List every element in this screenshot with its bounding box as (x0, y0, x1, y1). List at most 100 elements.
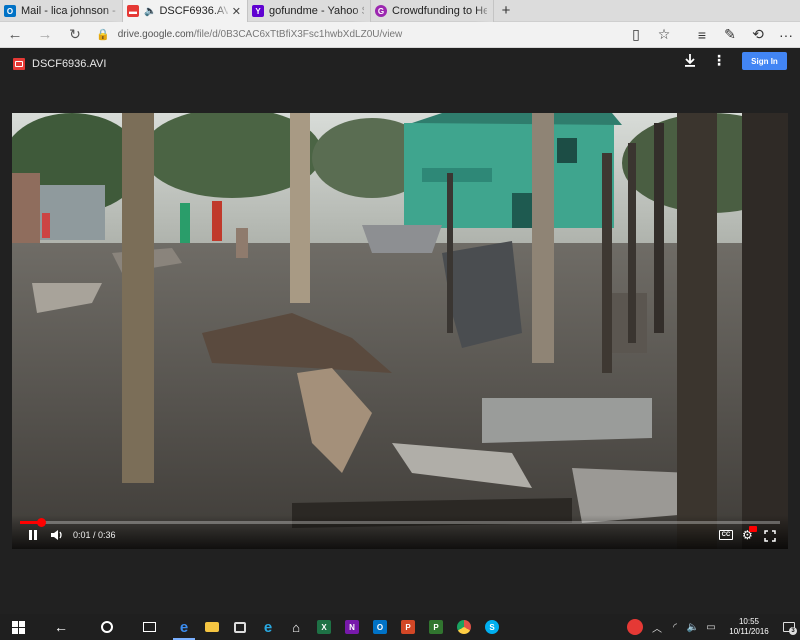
speaker-icon[interactable]: 🔈 (144, 6, 156, 17)
more-button[interactable]: ··· (772, 22, 800, 48)
notification-count: 3 (789, 627, 797, 635)
vertical-dots-icon: ⋮ (712, 52, 726, 68)
share-icon: ⟲ (752, 26, 764, 42)
onenote-icon: N (345, 620, 359, 634)
forward-arrow-icon: → (37, 26, 53, 43)
taskbar-project[interactable]: P (422, 614, 450, 640)
taskbar-home[interactable]: ⌂ (282, 614, 310, 640)
url-path: /file/d/0B3CAC6xTtBfiX3Fsc1hwbXdLZ0U/vie… (193, 29, 403, 40)
clock-date: 10/11/2016 (729, 627, 769, 636)
tab-strip: O Mail - lica johnson - Outlook ▬ 🔈 DSCF… (0, 0, 800, 22)
close-tab-icon[interactable]: ✕ (232, 5, 241, 18)
progress-knob[interactable] (37, 518, 47, 527)
tab-google-drive[interactable]: ▬ 🔈 DSCF6936.AVI - Google Drive ✕ (123, 0, 248, 22)
chevron-up-icon: ︿ (652, 623, 662, 635)
tray-app-icon[interactable] (622, 614, 648, 640)
sign-in-button[interactable]: Sign In (742, 52, 787, 70)
google-drive-icon: ▬ (127, 5, 139, 17)
video-player[interactable]: 0:01 / 0:36 CC ⚙ (12, 113, 788, 549)
web-note-button[interactable]: ✎ (716, 22, 744, 48)
video-frame (12, 113, 788, 549)
keyboard-icon: ▭ (706, 621, 716, 633)
reading-view-button[interactable]: ▯ (622, 22, 650, 48)
cortana-button[interactable] (86, 614, 128, 640)
time-display: 0:01 / 0:36 (73, 530, 116, 540)
excel-icon: X (317, 620, 331, 634)
back-arrow-icon: ← (54, 619, 68, 635)
taskbar-chrome[interactable] (450, 614, 478, 640)
taskbar-store[interactable] (226, 614, 254, 640)
more-actions-button[interactable]: ⋮ (712, 52, 726, 70)
video-controls: 0:01 / 0:36 CC ⚙ (12, 515, 788, 549)
favorites-button[interactable]: ☆ (650, 22, 678, 48)
book-icon: ▯ (632, 26, 640, 42)
speaker-icon: 🔈 (686, 621, 700, 633)
fullscreen-button[interactable] (764, 529, 776, 542)
start-button[interactable] (0, 614, 36, 640)
forward-button[interactable]: → (30, 22, 60, 48)
internet-explorer-icon: e (263, 618, 273, 636)
url-host: drive.google.com (117, 29, 194, 40)
taskbar-outlook[interactable]: O (366, 614, 394, 640)
address-toolbar: ← → ↻ 🔒 drive.google.com/file/d/0B3CAC6x… (0, 22, 800, 48)
tab-title: gofundme - Yahoo Search Results (269, 5, 364, 17)
video-file-icon (13, 58, 25, 70)
taskbar-file-explorer[interactable] (198, 614, 226, 640)
refresh-button[interactable]: ↻ (60, 22, 90, 48)
volume-icon (51, 530, 62, 540)
tab-title: Mail - lica johnson - Outlook (21, 5, 116, 17)
captions-button[interactable]: CC (719, 530, 733, 540)
gofundme-icon: G (375, 5, 387, 17)
taskbar-internet-explorer[interactable]: e (254, 614, 282, 640)
taskbar-back-button[interactable]: ← (36, 614, 86, 640)
edge-icon: e (179, 618, 189, 636)
download-icon (685, 54, 695, 67)
skype-icon: S (485, 620, 499, 634)
network-button[interactable]: ◜ (666, 614, 684, 640)
volume-tray-button[interactable]: 🔈 (684, 614, 702, 640)
outlook-icon: O (373, 620, 387, 634)
cortana-circle-icon (101, 621, 113, 633)
tab-yahoo-search[interactable]: Y gofundme - Yahoo Search Results (248, 0, 371, 22)
store-bag-icon (234, 621, 246, 633)
file-name: DSCF6936.AVI (32, 58, 107, 70)
download-button[interactable] (682, 54, 698, 70)
tab-outlook-mail[interactable]: O Mail - lica johnson - Outlook (0, 0, 123, 22)
home-icon: ⌂ (292, 619, 300, 635)
address-bar[interactable]: 🔒 drive.google.com/file/d/0B3CAC6xTtBfiX… (96, 25, 622, 45)
action-center-button[interactable]: 3 (778, 614, 800, 640)
volume-button[interactable] (50, 529, 64, 544)
task-view-icon (142, 622, 156, 632)
progress-bar[interactable] (20, 518, 780, 527)
taskbar-skype[interactable]: S (478, 614, 506, 640)
show-hidden-icons-button[interactable]: ︿ (648, 614, 666, 640)
back-arrow-icon: ← (7, 26, 23, 43)
tab-gofundme[interactable]: G Crowdfunding to Help fund (371, 0, 494, 22)
input-indicator[interactable]: ▭ (702, 614, 720, 640)
folder-icon (205, 622, 219, 632)
hub-button[interactable]: ≡ (688, 22, 716, 48)
refresh-icon: ↻ (69, 26, 81, 42)
fullscreen-icon (764, 530, 776, 542)
hd-badge (749, 526, 757, 532)
clock[interactable]: 10:55 10/11/2016 (720, 617, 778, 637)
chrome-icon (457, 620, 471, 634)
new-tab-button[interactable]: + (494, 0, 518, 21)
taskbar-onenote[interactable]: N (338, 614, 366, 640)
share-button[interactable]: ⟲ (744, 22, 772, 48)
yahoo-icon: Y (252, 5, 264, 17)
hub-icon: ≡ (697, 26, 707, 43)
pen-icon: ✎ (724, 26, 736, 42)
taskbar-edge[interactable]: e (170, 614, 198, 640)
system-tray: ︿ ◜ 🔈 ▭ 10:55 10/11/2016 3 (622, 614, 800, 640)
task-view-button[interactable] (128, 614, 170, 640)
taskbar-powerpoint[interactable]: P (394, 614, 422, 640)
powerpoint-icon: P (401, 620, 415, 634)
pause-button[interactable] (28, 529, 38, 544)
star-icon: ☆ (657, 26, 671, 42)
pause-icon (29, 530, 37, 540)
taskbar-excel[interactable]: X (310, 614, 338, 640)
drive-viewer: DSCF6936.AVI ⋮ Sign In 0:01 / 0:36 CC ⚙ (0, 48, 800, 614)
back-button[interactable]: ← (0, 22, 30, 48)
project-icon: P (429, 620, 443, 634)
